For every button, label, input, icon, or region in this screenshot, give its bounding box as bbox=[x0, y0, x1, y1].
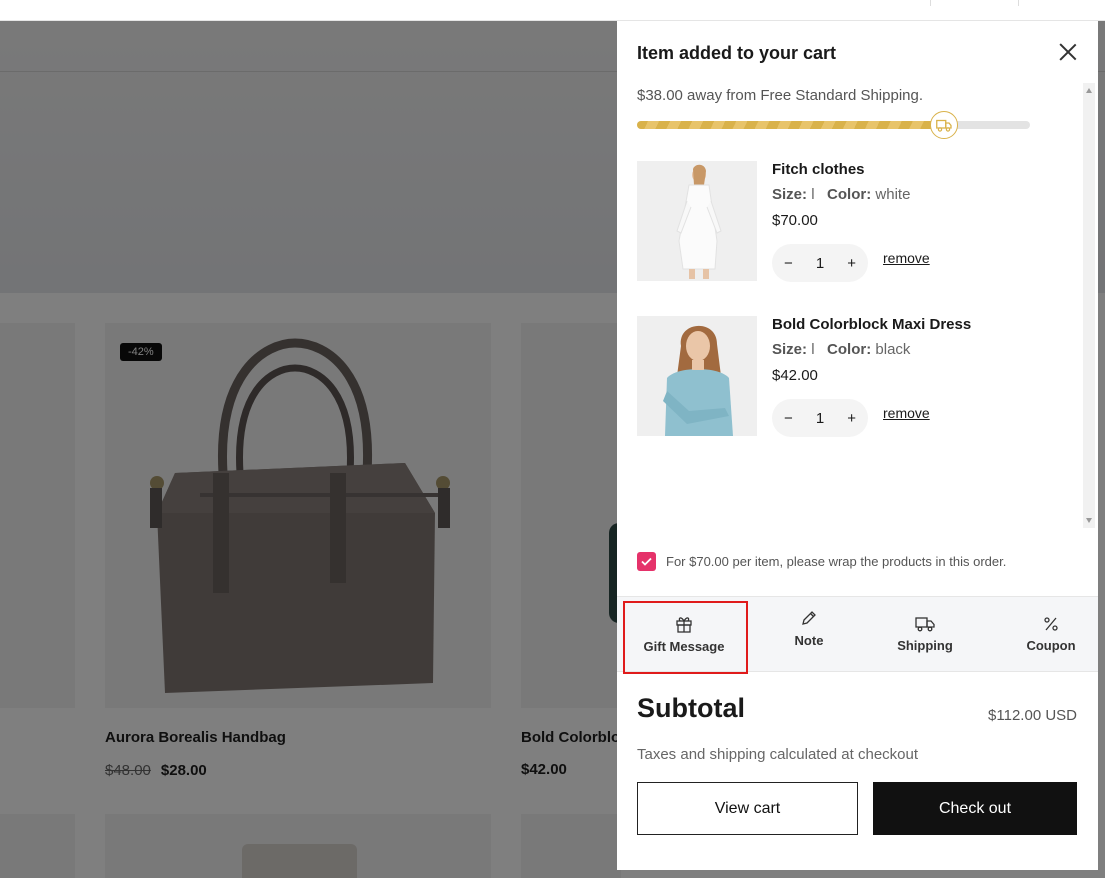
size-label: Size: bbox=[772, 186, 808, 203]
tool-label: Shipping bbox=[897, 637, 953, 653]
quantity-input[interactable]: 1 bbox=[816, 410, 824, 427]
top-strip bbox=[0, 0, 1105, 21]
color-label: Color: bbox=[827, 341, 872, 358]
gift-wrap-option: For $70.00 per item, please wrap the pro… bbox=[637, 551, 1006, 571]
item-variant: Size: l Color: black bbox=[772, 341, 910, 358]
shipping-threshold-text: $38.00 away from Free Standard Shipping. bbox=[637, 87, 924, 104]
percent-icon bbox=[1044, 616, 1058, 631]
scrollbar[interactable] bbox=[1083, 83, 1095, 528]
size-value: l bbox=[811, 186, 815, 203]
remove-link[interactable]: remove bbox=[883, 250, 930, 266]
color-value: black bbox=[875, 341, 911, 358]
gift-wrap-checkbox[interactable] bbox=[637, 551, 656, 571]
tool-label: Gift Message bbox=[643, 638, 725, 654]
product-thumbnail[interactable] bbox=[637, 161, 757, 281]
note-button[interactable]: Note bbox=[767, 597, 851, 659]
color-label: Color: bbox=[827, 186, 872, 203]
shipping-button[interactable]: Shipping bbox=[883, 597, 967, 671]
quantity-stepper: − 1 + bbox=[772, 399, 868, 437]
item-name[interactable]: Bold Colorblock Maxi Dress bbox=[772, 316, 971, 333]
remove-link[interactable]: remove bbox=[883, 405, 930, 421]
product-thumbnail[interactable] bbox=[637, 316, 757, 436]
cart-tools-bar: Gift Message Note Shipping Coupon bbox=[617, 596, 1098, 674]
plus-icon[interactable]: + bbox=[847, 255, 856, 272]
truck-icon bbox=[915, 616, 935, 631]
subtotal-label: Subtotal bbox=[637, 693, 745, 723]
plus-icon[interactable]: + bbox=[847, 410, 856, 427]
truck-icon bbox=[929, 111, 958, 139]
checkout-button[interactable]: Check out bbox=[873, 782, 1077, 835]
scroll-up-icon[interactable] bbox=[1086, 88, 1092, 93]
color-value: white bbox=[875, 186, 911, 203]
quantity-input[interactable]: 1 bbox=[816, 255, 824, 272]
quantity-stepper: − 1 + bbox=[772, 244, 868, 282]
item-price: $70.00 bbox=[772, 212, 818, 229]
drawer-title: Item added to your cart bbox=[637, 43, 837, 63]
cart-items-scroll[interactable]: $38.00 away from Free Standard Shipping. bbox=[617, 83, 1098, 528]
pencil-icon bbox=[802, 610, 816, 625]
item-name[interactable]: Fitch clothes bbox=[772, 161, 865, 178]
close-icon[interactable] bbox=[1057, 41, 1079, 63]
check-icon bbox=[641, 557, 652, 566]
tax-note: Taxes and shipping calculated at checkou… bbox=[637, 746, 919, 763]
cart-item: Fitch clothes Size: l Color: white $70.0… bbox=[637, 161, 1077, 282]
minus-icon[interactable]: − bbox=[784, 255, 793, 272]
gift-icon bbox=[676, 616, 692, 633]
shipping-progress-fill bbox=[637, 121, 944, 129]
item-price: $42.00 bbox=[772, 367, 818, 384]
divider bbox=[1018, 0, 1019, 6]
tool-label: Note bbox=[794, 632, 824, 648]
size-label: Size: bbox=[772, 341, 808, 358]
scroll-down-icon[interactable] bbox=[1086, 518, 1092, 523]
divider bbox=[930, 0, 931, 6]
item-variant: Size: l Color: white bbox=[772, 186, 910, 203]
cart-item: Bold Colorblock Maxi Dress Size: l Color… bbox=[637, 316, 1077, 437]
minus-icon[interactable]: − bbox=[784, 410, 793, 427]
gift-wrap-text: For $70.00 per item, please wrap the pro… bbox=[666, 553, 1007, 569]
view-cart-button[interactable]: View cart bbox=[637, 782, 858, 835]
gift-message-button[interactable]: Gift Message bbox=[629, 597, 739, 671]
cart-drawer: Item added to your cart $38.00 away from… bbox=[617, 21, 1098, 870]
size-value: l bbox=[811, 341, 815, 358]
shipping-progress-bar bbox=[637, 111, 1030, 139]
subtotal-value: $112.00 USD bbox=[988, 707, 1077, 724]
coupon-button[interactable]: Coupon bbox=[1009, 597, 1093, 671]
tool-label: Coupon bbox=[1026, 637, 1076, 653]
